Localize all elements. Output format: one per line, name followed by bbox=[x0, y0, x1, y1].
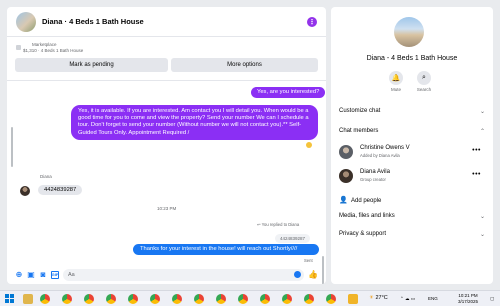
chrome-icon[interactable] bbox=[238, 294, 248, 304]
chrome-icon[interactable] bbox=[216, 294, 226, 304]
message-incoming[interactable]: 4424839287 bbox=[38, 185, 83, 195]
clock-date: 3/17/2025 bbox=[457, 299, 479, 304]
more-vertical-icon[interactable]: ⋮ bbox=[307, 16, 317, 27]
windows-start-icon[interactable] bbox=[5, 294, 15, 304]
reply-note-text: You replied to Diana bbox=[261, 222, 300, 227]
chrome-icon[interactable] bbox=[106, 294, 116, 304]
media-files-label: Media, files and links bbox=[339, 213, 395, 219]
chrome-icon[interactable] bbox=[62, 294, 72, 304]
message-timestamp: 10:23 PM bbox=[157, 206, 177, 211]
system-tray-icons[interactable]: ⌃ ☁ ▭ bbox=[400, 296, 415, 302]
message-input-placeholder: Aa bbox=[68, 271, 75, 278]
chat-members-section[interactable]: Chat members ⌃ bbox=[339, 128, 485, 135]
chrome-icon[interactable] bbox=[150, 294, 160, 304]
quoted-message[interactable]: 4424839287 bbox=[275, 234, 311, 243]
message-status: Sent bbox=[304, 258, 313, 263]
chat-info-panel: Diana - 4 Beds 1 Bath House 🔔 Mute ⌕ Sea… bbox=[331, 7, 493, 284]
mute-label: Mute bbox=[390, 87, 401, 92]
chrome-icon[interactable] bbox=[40, 294, 50, 304]
avatar[interactable] bbox=[20, 186, 30, 196]
chrome-icon[interactable] bbox=[304, 294, 314, 304]
weather-widget[interactable]: ☀ 27°C bbox=[369, 295, 388, 301]
customize-chat-section[interactable]: Customize chat ⌄ bbox=[339, 108, 485, 115]
add-person-icon: 👤 bbox=[339, 197, 348, 204]
member-subtitle: Added by Diana Avila bbox=[360, 153, 400, 158]
listing-actions: Mark as pending More options bbox=[15, 58, 318, 72]
media-files-section[interactable]: Media, files and links ⌄ bbox=[339, 213, 485, 220]
member-name: Christine Owens V bbox=[360, 145, 410, 151]
language-indicator[interactable]: ENG bbox=[428, 296, 438, 301]
customize-chat-label: Customize chat bbox=[339, 108, 381, 114]
privacy-support-section[interactable]: Privacy & support ⌄ bbox=[339, 231, 485, 238]
reaction-icon[interactable] bbox=[306, 142, 312, 148]
image-icon[interactable]: ▣ bbox=[27, 270, 35, 279]
chat-header: Diana · 4 Beds 1 Bath House ⋮ bbox=[7, 7, 326, 37]
listing-price[interactable]: $1,310 · 4 Beds 1 Bath House bbox=[23, 48, 317, 53]
chat-avatar[interactable] bbox=[16, 11, 36, 32]
mark-pending-button[interactable]: Mark as pending bbox=[15, 58, 168, 72]
chrome-icon[interactable] bbox=[194, 294, 204, 304]
taskbar: ☀ 27°C ⌃ ☁ ▭ ENG 10:21 PM 3/17/2025 ▢ bbox=[0, 290, 500, 306]
message-input[interactable]: Aa bbox=[63, 268, 304, 281]
message-outgoing[interactable]: Yes, it is available. If you are interes… bbox=[71, 105, 318, 140]
emoji-icon[interactable] bbox=[294, 271, 301, 278]
message-list[interactable]: Yes, are you interested? Yes, it is avai… bbox=[7, 81, 326, 284]
chevron-up-icon: ⌃ bbox=[479, 129, 485, 135]
chevron-down-icon: ⌄ bbox=[479, 214, 485, 220]
sender-name: Diana bbox=[40, 174, 52, 179]
more-horizontal-icon[interactable]: ••• bbox=[472, 147, 481, 154]
bell-icon: 🔔 bbox=[389, 71, 403, 85]
thumbs-up-icon[interactable]: 👍 bbox=[308, 270, 318, 280]
avatar[interactable] bbox=[339, 145, 353, 159]
sticker-icon[interactable]: ◙ bbox=[39, 270, 47, 279]
weather-icon: ☀ bbox=[369, 295, 374, 301]
privacy-support-label: Privacy & support bbox=[339, 231, 387, 237]
weather-temp: 27°C bbox=[375, 295, 388, 301]
mute-button[interactable]: 🔔 Mute bbox=[386, 71, 406, 92]
taskbar-app-icon[interactable] bbox=[348, 294, 358, 304]
more-options-button[interactable]: More options bbox=[171, 58, 318, 72]
reply-note: ↩ You replied to Diana bbox=[257, 222, 299, 227]
member-row[interactable]: Diana Avila Group creator ••• bbox=[339, 167, 485, 187]
chat-title[interactable]: Diana · 4 Beds 1 Bath House bbox=[42, 17, 307, 26]
search-label: Search bbox=[416, 87, 432, 92]
chrome-icon[interactable] bbox=[128, 294, 138, 304]
group-title: Diana - 4 Beds 1 Bath House bbox=[366, 55, 458, 62]
member-subtitle: Group creator bbox=[360, 177, 386, 182]
more-horizontal-icon[interactable]: ••• bbox=[472, 171, 481, 178]
member-name: Diana Avila bbox=[360, 169, 390, 175]
message-outgoing[interactable]: Thanks for your interest in the house! w… bbox=[133, 244, 319, 255]
marketplace-label: Marketplace bbox=[32, 42, 57, 47]
chevron-down-icon: ⌄ bbox=[479, 109, 485, 115]
plus-circle-icon[interactable]: ⊕ bbox=[15, 270, 23, 279]
taskbar-app-icon[interactable] bbox=[23, 294, 33, 304]
gif-icon[interactable]: GIF bbox=[51, 270, 59, 279]
chrome-icon[interactable] bbox=[260, 294, 270, 304]
chevron-down-icon: ⌄ bbox=[479, 232, 485, 238]
chrome-icon[interactable] bbox=[326, 294, 336, 304]
message-outgoing[interactable]: Yes, are you interested? bbox=[251, 87, 326, 99]
add-people-button[interactable]: 👤 Add people bbox=[339, 196, 381, 204]
scrollbar[interactable] bbox=[11, 127, 13, 167]
notification-icon[interactable]: ▢ bbox=[490, 296, 494, 302]
message-composer: ⊕ ▣ ◙ GIF Aa 👍 bbox=[7, 265, 326, 284]
member-row[interactable]: Christine Owens V Added by Diana Avila •… bbox=[339, 143, 485, 163]
chrome-icon[interactable] bbox=[282, 294, 292, 304]
avatar[interactable] bbox=[339, 169, 353, 183]
add-people-label: Add people bbox=[351, 198, 382, 204]
clock[interactable]: 10:21 PM 3/17/2025 bbox=[450, 293, 486, 305]
listing-thumbnail bbox=[16, 45, 21, 50]
search-icon: ⌕ bbox=[417, 71, 431, 85]
chrome-icon[interactable] bbox=[172, 294, 182, 304]
group-avatar[interactable] bbox=[394, 17, 424, 47]
chat-members-label: Chat members bbox=[339, 128, 379, 134]
chrome-icon[interactable] bbox=[84, 294, 94, 304]
search-button[interactable]: ⌕ Search bbox=[414, 71, 434, 92]
chat-window: Diana · 4 Beds 1 Bath House ⋮ Marketplac… bbox=[7, 7, 326, 284]
